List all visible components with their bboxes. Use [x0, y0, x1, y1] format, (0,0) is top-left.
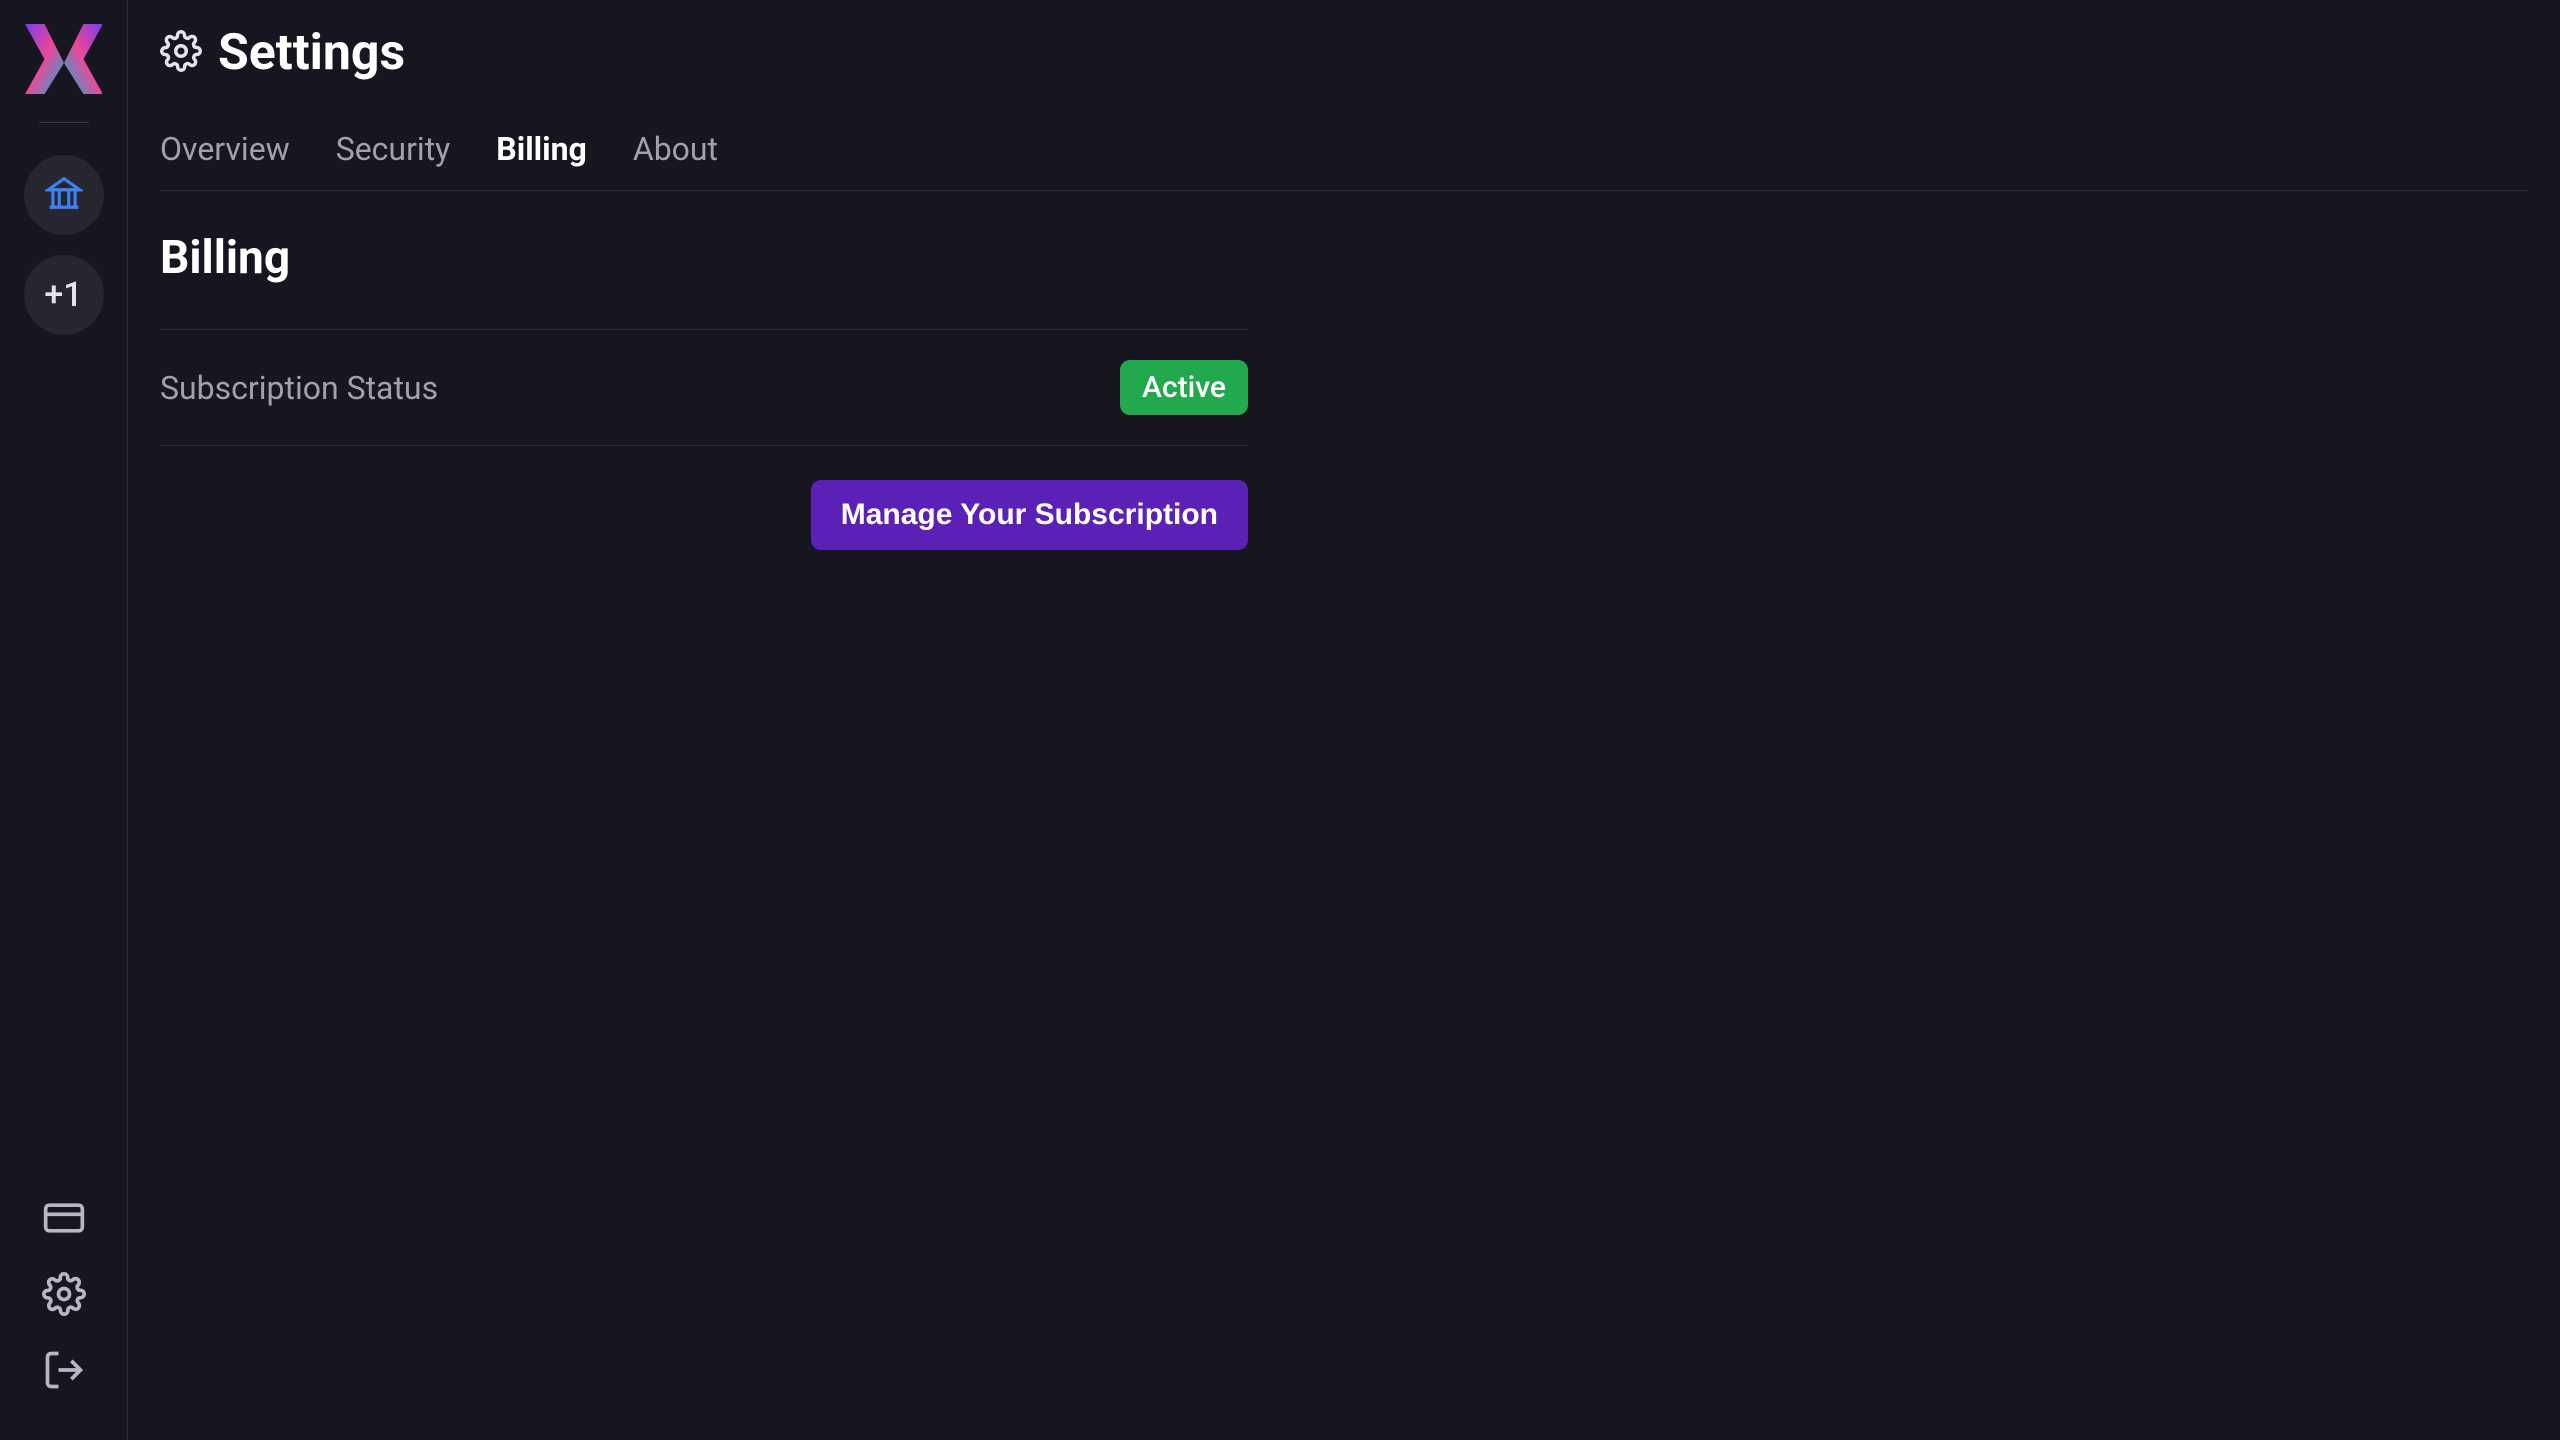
sidebar-item-institution[interactable] [24, 155, 104, 235]
institution-icon [45, 174, 83, 216]
sidebar-bottom [0, 1196, 127, 1416]
tab-billing[interactable]: Billing [496, 130, 587, 168]
sidebar-item-add[interactable]: +1 [24, 255, 104, 335]
billing-section: Billing Subscription Status Active Manag… [160, 231, 1248, 550]
app-logo[interactable] [25, 24, 103, 94]
settings-tabs: Overview Security Billing About [160, 130, 2528, 191]
action-row: Manage Your Subscription [160, 446, 1248, 550]
subscription-status-row: Subscription Status Active [160, 329, 1248, 446]
sidebar-item-settings[interactable] [42, 1272, 86, 1320]
manage-subscription-button[interactable]: Manage Your Subscription [811, 480, 1248, 550]
section-title: Billing [160, 231, 1248, 285]
page-header: Settings [160, 24, 2528, 82]
sidebar-top: +1 [0, 24, 127, 1196]
tab-about[interactable]: About [633, 130, 718, 168]
sidebar-item-logout[interactable] [42, 1348, 86, 1396]
status-badge: Active [1120, 360, 1248, 415]
add-label: +1 [44, 275, 82, 315]
sidebar-divider [39, 122, 89, 123]
gear-icon [42, 1301, 86, 1320]
logout-icon [42, 1377, 86, 1396]
sidebar: +1 [0, 0, 128, 1440]
tab-overview[interactable]: Overview [160, 130, 290, 168]
credit-card-icon [42, 1225, 86, 1244]
gear-icon [160, 30, 202, 76]
tab-security[interactable]: Security [336, 130, 451, 168]
sidebar-item-billing[interactable] [42, 1196, 86, 1244]
page-title: Settings [218, 24, 405, 82]
main-content: Settings Overview Security Billing About… [128, 0, 2560, 1440]
status-label: Subscription Status [160, 369, 438, 407]
